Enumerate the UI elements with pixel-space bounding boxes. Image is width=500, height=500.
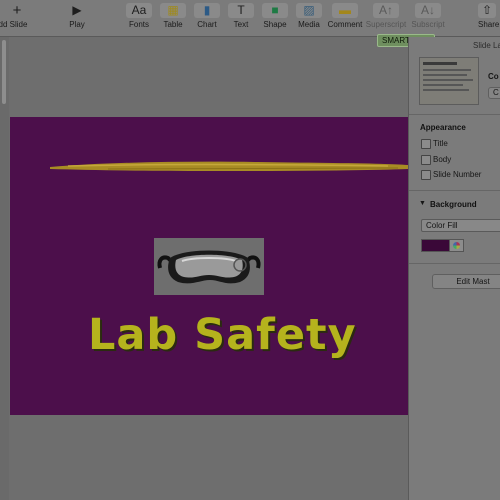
divider [409,190,500,191]
comment-label: Comment [327,20,363,29]
media-label: Media [298,20,320,29]
superscript-label: Superscript [365,20,407,29]
superscript-button[interactable]: A↑ Superscript [366,3,406,34]
fill-type-select[interactable]: Color Fill [421,219,500,232]
text-button[interactable]: T Text [226,3,256,34]
thumb-line [423,79,473,81]
table-icon: ▦ [160,3,186,18]
title-checkbox-label: Title [433,139,448,148]
thumb-line [423,89,469,91]
media-icon: ▨ [296,3,322,18]
add-slide-label: dd Slide [0,20,28,29]
edit-master-button[interactable]: Edit Mast [432,274,500,289]
toolbar: + dd Slide ▶ Play Aa Fonts ▦ Table ▮ Cha… [0,0,500,37]
add-slide-icon: + [12,2,22,19]
superscript-icon: A↑ [373,3,399,18]
goggles-icon [157,250,261,284]
add-slide-button[interactable]: + dd Slide [0,3,34,34]
body-checkbox[interactable] [421,155,431,165]
change-master-button[interactable]: C [488,87,500,99]
slide-number-checkbox[interactable] [421,170,431,180]
appearance-header: Appearance [420,123,466,132]
subscript-icon: A↓ [415,3,441,18]
chart-icon: ▮ [194,3,220,18]
table-button[interactable]: ▦ Table [158,3,188,34]
inspector-panel: Slide La Co C Appearance Title Body Slid… [408,37,500,500]
thumb-line [423,69,471,71]
fill-color-swatch[interactable] [421,239,451,252]
play-icon: ▶ [72,3,82,17]
comment-icon: ▬ [332,3,358,18]
brush-stroke[interactable] [48,158,410,176]
thumb-line [423,74,467,76]
text-label: Text [233,20,249,29]
subscript-button[interactable]: A↓ Subscript [410,3,446,34]
layout-label: Co [488,72,499,81]
shape-button[interactable]: ■ Shape [260,3,290,34]
slide-number-checkbox-label: Slide Number [433,170,482,179]
share-button[interactable]: ⇧ Share [478,3,500,34]
slide-title[interactable]: Lab Safety [88,310,357,360]
chart-label: Chart [197,20,217,29]
text-icon: T [228,3,254,18]
play-label: Play [69,20,85,29]
comment-button[interactable]: ▬ Comment [328,3,362,34]
body-checkbox-label: Body [433,155,452,164]
thumb-title-bar [423,62,457,65]
shape-icon: ■ [262,3,288,18]
fonts-icon: Aa [126,3,152,18]
media-button[interactable]: ▨ Media [294,3,324,34]
slide-navigator [0,37,9,500]
navigator-scrollbar[interactable] [2,40,6,104]
share-label: Share [478,20,500,29]
divider [409,263,500,264]
subscript-label: Subscript [411,20,445,29]
fonts-button[interactable]: Aa Fonts [124,3,154,34]
color-wheel-button[interactable] [449,239,464,252]
disclosure-triangle-icon[interactable]: ▼ [419,200,426,207]
tab-slide-layout[interactable]: Slide La [473,41,500,50]
color-wheel-icon [453,242,460,249]
thumb-line [423,84,463,86]
shape-label: Shape [263,20,287,29]
divider [409,114,500,115]
background-header: Background [430,200,477,209]
title-checkbox[interactable] [421,139,431,149]
play-button[interactable]: ▶ Play [62,3,92,34]
chart-button[interactable]: ▮ Chart [192,3,222,34]
table-label: Table [163,20,183,29]
master-thumbnail[interactable] [419,57,479,105]
slide[interactable]: Lab Safety [10,117,408,415]
share-icon: ⇧ [478,3,496,18]
fonts-label: Fonts [128,20,149,29]
goggles-image[interactable] [154,238,264,295]
